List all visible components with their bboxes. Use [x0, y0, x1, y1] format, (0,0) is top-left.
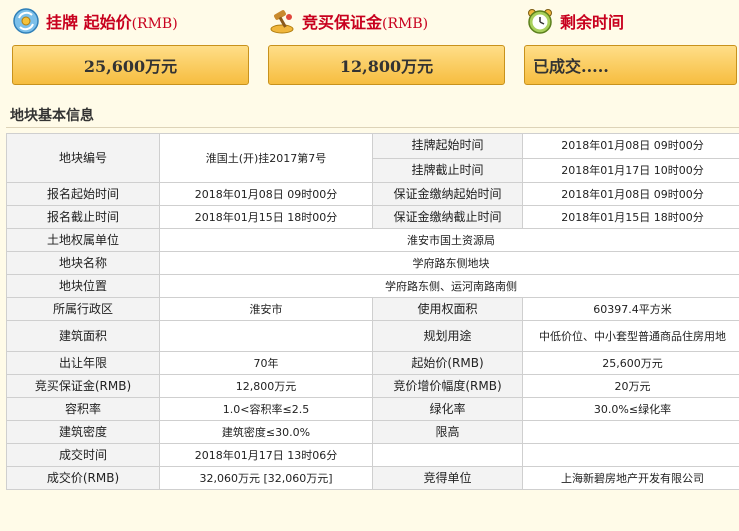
deposit-start-label: 保证金缴纳起始时间 — [372, 182, 523, 206]
deal-price-label: 成交价(RMB) — [6, 466, 160, 490]
parcel-info-table: 地块编号 淮国土(开)挂2017第7号 挂牌起始时间 2018年01月08日 0… — [6, 133, 739, 490]
deposit-row-value: 12,800万元 — [159, 374, 373, 398]
start-price-row-label: 起始价(RMB) — [372, 351, 523, 375]
remaining-value: 已成交..... — [524, 45, 737, 85]
table-row: 建筑密度 建筑密度≤30.0% 限高 — [6, 420, 739, 444]
increment-value: 20万元 — [522, 374, 739, 398]
gavel-deposit-icon — [268, 7, 296, 35]
start-price-value: 25,600万元 — [12, 45, 249, 85]
start-price-row-value: 25,600万元 — [522, 351, 739, 375]
table-row: 地块名称 学府路东侧地块 — [6, 251, 739, 275]
empty-cell — [372, 443, 523, 467]
density-label: 建筑密度 — [6, 420, 160, 444]
section-title: 地块基本信息 — [10, 108, 94, 124]
reg-end-value: 2018年01月15日 18时00分 — [159, 205, 373, 229]
table-row: 出让年限 70年 起始价(RMB) 25,600万元 — [6, 351, 739, 375]
empty-cell — [522, 443, 739, 467]
planned-use-label: 规划用途 — [372, 320, 523, 352]
deposit-label: 竞买保证金 — [302, 13, 383, 32]
start-price-unit: (RMB) — [131, 16, 178, 32]
reg-start-label: 报名起始时间 — [6, 182, 160, 206]
deposit-start-value: 2018年01月08日 09时00分 — [522, 182, 739, 206]
height-limit-label: 限高 — [372, 420, 523, 444]
term-value: 70年 — [159, 351, 373, 375]
reg-start-value: 2018年01月08日 09时00分 — [159, 182, 373, 206]
parcel-name-label: 地块名称 — [6, 251, 160, 275]
remaining-header: 剩余时间 — [526, 8, 624, 34]
height-limit-value — [522, 420, 739, 444]
table-row: 竞买保证金(RMB) 12,800万元 竞价增价幅度(RMB) 20万元 — [6, 374, 739, 398]
build-area-label: 建筑面积 — [6, 320, 160, 352]
location-value: 学府路东侧、运河南路南侧 — [159, 274, 739, 298]
alarm-clock-icon — [526, 7, 554, 35]
deal-time-label: 成交时间 — [6, 443, 160, 467]
build-area-value — [159, 320, 373, 352]
listing-start-value: 2018年01月08日 09时00分 — [522, 133, 739, 159]
listing-end-label: 挂牌截止时间 — [372, 157, 523, 183]
district-value: 淮安市 — [159, 297, 373, 321]
listing-start-label: 挂牌起始时间 — [372, 133, 523, 159]
owner-label: 土地权属单位 — [6, 228, 160, 252]
table-row: 报名截止时间 2018年01月15日 18时00分 保证金缴纳截止时间 2018… — [6, 205, 739, 229]
parcel-no-label: 地块编号 — [6, 133, 160, 183]
owner-value: 淮安市国土资源局 — [159, 228, 739, 252]
auction-summary-bar: 挂牌 起始价(RMB) 竞买保证金(RMB) 剩余时间 25,600万元 12,… — [0, 0, 739, 98]
table-row: 地块位置 学府路东侧、运河南路南侧 — [6, 274, 739, 298]
green-label: 绿化率 — [372, 397, 523, 421]
use-area-label: 使用权面积 — [372, 297, 523, 321]
deposit-unit: (RMB) — [382, 16, 429, 32]
deal-price-value: 32,060万元 [32,060万元] — [159, 466, 373, 490]
table-row: 土地权属单位 淮安市国土资源局 — [6, 228, 739, 252]
location-label: 地块位置 — [6, 274, 160, 298]
remaining-label: 剩余时间 — [560, 13, 625, 32]
winner-label: 竞得单位 — [372, 466, 523, 490]
table-row: 报名起始时间 2018年01月08日 09时00分 保证金缴纳起始时间 2018… — [6, 182, 739, 206]
table-row: 建筑面积 规划用途 中低价位、中小套型普通商品住房用地 — [6, 320, 739, 352]
far-label: 容积率 — [6, 397, 160, 421]
listing-end-value: 2018年01月17日 10时00分 — [522, 157, 739, 183]
section-divider — [6, 127, 739, 128]
table-row: 容积率 1.0<容积率≤2.5 绿化率 30.0%≤绿化率 — [6, 397, 739, 421]
district-label: 所属行政区 — [6, 297, 160, 321]
term-label: 出让年限 — [6, 351, 160, 375]
parcel-name-value: 学府路东侧地块 — [159, 251, 739, 275]
green-value: 30.0%≤绿化率 — [522, 397, 739, 421]
deposit-end-value: 2018年01月15日 18时00分 — [522, 205, 739, 229]
parcel-no-value: 淮国土(开)挂2017第7号 — [159, 133, 373, 183]
planned-use-value: 中低价位、中小套型普通商品住房用地 — [522, 320, 739, 352]
increment-label: 竞价增价幅度(RMB) — [372, 374, 523, 398]
deposit-value: 12,800万元 — [268, 45, 505, 85]
deposit-header: 竞买保证金(RMB) — [268, 8, 428, 34]
start-price-header: 挂牌 起始价(RMB) — [12, 8, 178, 34]
reg-end-label: 报名截止时间 — [6, 205, 160, 229]
table-row: 成交价(RMB) 32,060万元 [32,060万元] 竞得单位 上海新碧房地… — [6, 466, 739, 490]
table-row: 所属行政区 淮安市 使用权面积 60397.4平方米 — [6, 297, 739, 321]
density-value: 建筑密度≤30.0% — [159, 420, 373, 444]
coin-exchange-icon — [12, 7, 40, 35]
deposit-end-label: 保证金缴纳截止时间 — [372, 205, 523, 229]
far-value: 1.0<容积率≤2.5 — [159, 397, 373, 421]
deposit-row-label: 竞买保证金(RMB) — [6, 374, 160, 398]
table-row: 地块编号 淮国土(开)挂2017第7号 挂牌起始时间 2018年01月08日 0… — [6, 133, 739, 183]
use-area-value: 60397.4平方米 — [522, 297, 739, 321]
deal-time-value: 2018年01月17日 13时06分 — [159, 443, 373, 467]
table-row: 成交时间 2018年01月17日 13时06分 — [6, 443, 739, 467]
winner-value: 上海新碧房地产开发有限公司 — [522, 466, 739, 490]
start-price-label: 挂牌 起始价 — [46, 13, 132, 32]
